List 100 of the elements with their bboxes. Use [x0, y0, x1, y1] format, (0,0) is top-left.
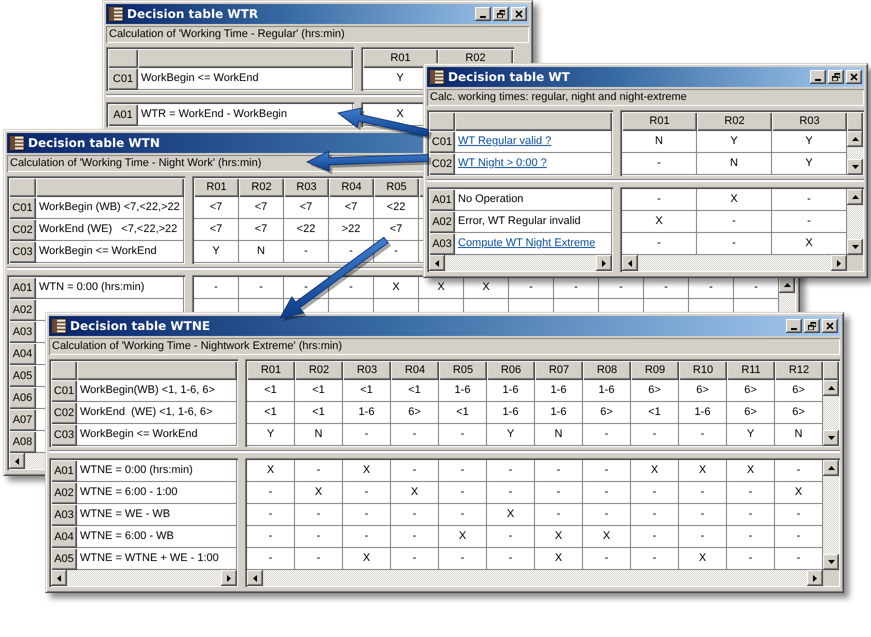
row-header: A03 — [9, 321, 36, 343]
table-cell: - — [631, 526, 679, 548]
table-cell: N — [295, 424, 343, 446]
table-cell: Y — [697, 131, 772, 153]
table-cell: - — [583, 482, 631, 504]
table-cell: - — [509, 277, 554, 299]
table-cell: <1 — [247, 380, 295, 402]
table-cell: - — [284, 241, 329, 263]
table-cell: X — [374, 277, 419, 299]
table-cell: - — [391, 548, 439, 570]
table-cell: 1-6 — [439, 380, 487, 402]
table-cell: - — [487, 460, 535, 482]
column-header[interactable]: R06 — [487, 361, 535, 380]
table-cell: N — [239, 241, 284, 263]
table-cell: X — [679, 460, 727, 482]
table-cell: - — [727, 504, 775, 526]
table-cell: - — [247, 504, 295, 526]
column-header[interactable]: R02 — [295, 361, 343, 380]
table-cell: 6> — [775, 402, 823, 424]
table-cell: <22 — [284, 219, 329, 241]
table-cell: 1-6 — [487, 402, 535, 424]
table-cell: - — [775, 526, 823, 548]
row-header: A01 — [9, 277, 36, 299]
table-cell: - — [631, 548, 679, 570]
row-header: C01 — [429, 131, 455, 153]
table-cell: - — [439, 460, 487, 482]
table-cell: 6> — [727, 380, 775, 402]
table-cell: - — [343, 526, 391, 548]
table-cell: - — [295, 460, 343, 482]
table-cell: 6> — [727, 402, 775, 424]
table-cell: Y — [487, 424, 535, 446]
table-cell: - — [535, 504, 583, 526]
table-cell: <1 — [631, 402, 679, 424]
column-header[interactable]: R01 — [194, 178, 239, 197]
table-cell: - — [727, 482, 775, 504]
table-cell: - — [679, 424, 727, 446]
column-header[interactable]: R08 — [583, 361, 631, 380]
column-header[interactable]: R03 — [772, 112, 847, 131]
column-header[interactable]: R02 — [697, 112, 772, 131]
column-header[interactable]: R02 — [239, 178, 284, 197]
table-cell: - — [487, 548, 535, 570]
title-bar[interactable]: Decision table WT — [427, 67, 864, 87]
table-cell: - — [689, 277, 734, 299]
table-cell: X — [535, 548, 583, 570]
table-cell: 1-6 — [679, 402, 727, 424]
title-bar[interactable]: Decision table WTNE — [49, 316, 840, 336]
table-cell: - — [343, 482, 391, 504]
table-cell: 6> — [583, 402, 631, 424]
table-cell: 1-6 — [343, 402, 391, 424]
column-header[interactable]: R03 — [343, 361, 391, 380]
row-header: C01 — [51, 380, 77, 402]
column-header[interactable]: R03 — [284, 178, 329, 197]
column-header[interactable]: R10 — [679, 361, 727, 380]
column-header[interactable]: R12 — [775, 361, 823, 380]
column-header[interactable]: R05 — [439, 361, 487, 380]
table-cell: X — [439, 526, 487, 548]
table-cell: - — [329, 277, 374, 299]
table-cell: 6> — [775, 380, 823, 402]
table-cell: <1 — [439, 402, 487, 424]
table-cell: N — [622, 131, 697, 153]
table-cell: Y — [772, 153, 847, 175]
column-header[interactable]: R01 — [622, 112, 697, 131]
column-header[interactable]: R09 — [631, 361, 679, 380]
table-description: Calculation of 'Working Time - Nightwork Extreme' (hrs:min) — [49, 338, 840, 355]
column-header[interactable]: R11 — [727, 361, 775, 380]
window-title: Decision table WTNE — [70, 319, 210, 333]
table-cell: <22 — [374, 197, 419, 219]
table-cell: X — [391, 482, 439, 504]
table-cell: - — [644, 277, 689, 299]
column-header[interactable]: R04 — [329, 178, 374, 197]
column-header[interactable]: R05 — [374, 178, 419, 197]
table-cell: >22 — [329, 219, 374, 241]
row-header: A07 — [9, 409, 36, 431]
title-bar[interactable]: Decision table WTR — [106, 4, 529, 24]
column-header[interactable]: R01 — [363, 49, 438, 68]
action-label: WTNE = 6:00 - WB — [77, 526, 237, 548]
condition-label: WorkEnd (WE) <7,<22,>22 — [36, 219, 184, 241]
table-cell: X — [535, 526, 583, 548]
table-cell: - — [247, 548, 295, 570]
table-cell: X — [583, 526, 631, 548]
table-cell: - — [391, 526, 439, 548]
column-header[interactable]: R07 — [535, 361, 583, 380]
table-cell: - — [727, 548, 775, 570]
row-header: A06 — [9, 387, 36, 409]
table-cell: - — [239, 277, 284, 299]
row-header: C02 — [429, 153, 455, 175]
column-header[interactable]: R01 — [247, 361, 295, 380]
action-label: WTNE = 6:00 - 1:00 — [77, 482, 237, 504]
action-label: No Operation — [455, 189, 612, 211]
column-header[interactable]: R04 — [391, 361, 439, 380]
table-cell: - — [679, 526, 727, 548]
row-header: C03 — [51, 424, 77, 446]
table-cell: - — [439, 548, 487, 570]
action-label: WTNE = WTNE + WE - 1:00 — [77, 548, 237, 570]
table-cell: - — [295, 526, 343, 548]
table-cell: - — [631, 424, 679, 446]
table-description: Calc. working times: regular, night and night-extreme — [427, 89, 864, 106]
table-cell: <1 — [247, 402, 295, 424]
row-header: A01 — [51, 460, 77, 482]
table-cell: X — [697, 189, 772, 211]
